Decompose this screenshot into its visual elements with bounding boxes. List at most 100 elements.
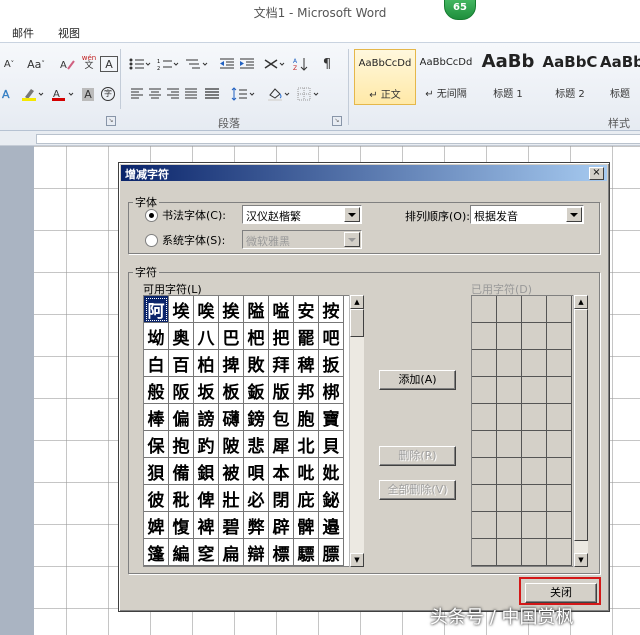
char-cell[interactable]: 壯 — [219, 485, 244, 512]
justify-button[interactable] — [182, 85, 200, 103]
char-cell[interactable]: 編 — [169, 539, 194, 566]
used-char-cell[interactable] — [547, 431, 572, 458]
text-effects-button[interactable]: A — [0, 85, 16, 103]
char-cell[interactable]: 挨 — [219, 296, 244, 323]
line-spacing-button[interactable] — [230, 85, 256, 103]
used-char-cell[interactable] — [472, 296, 497, 323]
char-cell[interactable]: 奥 — [169, 323, 194, 350]
available-scrollbar[interactable]: ▲ ▼ — [349, 295, 364, 567]
clear-format-button[interactable]: A — [58, 55, 76, 73]
char-cell[interactable]: 梆 — [319, 377, 344, 404]
char-cell[interactable]: 抱 — [169, 431, 194, 458]
align-right-button[interactable] — [164, 85, 182, 103]
char-cell[interactable]: 柏 — [194, 350, 219, 377]
font-dialog-launcher[interactable]: ↘ — [106, 116, 116, 126]
char-cell[interactable]: 辯 — [244, 539, 269, 566]
used-char-cell[interactable] — [547, 539, 572, 566]
used-char-cell[interactable] — [497, 458, 522, 485]
used-char-cell[interactable] — [547, 377, 572, 404]
used-char-cell[interactable] — [522, 404, 547, 431]
used-char-cell[interactable] — [547, 323, 572, 350]
scroll-up-icon[interactable]: ▲ — [350, 295, 364, 309]
char-cell[interactable]: 捭 — [219, 350, 244, 377]
char-cell[interactable]: 礴 — [219, 404, 244, 431]
char-cell[interactable]: 碧 — [219, 512, 244, 539]
used-char-cell[interactable] — [472, 377, 497, 404]
char-cell[interactable]: 閉 — [269, 485, 294, 512]
scroll-down-icon[interactable]: ▼ — [350, 553, 364, 567]
used-chars-grid[interactable] — [471, 295, 575, 567]
used-char-cell[interactable] — [497, 377, 522, 404]
scroll-thumb[interactable] — [350, 309, 364, 337]
char-cell[interactable]: 巴 — [219, 323, 244, 350]
used-char-cell[interactable] — [547, 512, 572, 539]
char-cell[interactable]: 狽 — [144, 458, 169, 485]
char-cell[interactable]: 謗 — [194, 404, 219, 431]
char-cell[interactable]: 包 — [269, 404, 294, 431]
shrink-font-button[interactable]: A ˅ — [0, 55, 18, 73]
calligraphy-font-radio[interactable]: 书法字体(C): — [145, 207, 226, 223]
used-char-cell[interactable] — [472, 350, 497, 377]
dialog-close-icon[interactable]: × — [589, 167, 604, 180]
char-cell[interactable]: 安 — [294, 296, 319, 323]
char-cell[interactable]: 秕 — [169, 485, 194, 512]
char-border-button[interactable]: A — [100, 56, 118, 72]
add-button[interactable]: 添加(A) — [379, 370, 456, 390]
char-cell[interactable]: 扁 — [219, 539, 244, 566]
used-scrollbar[interactable]: ▲ ▼ — [573, 295, 588, 567]
char-cell[interactable]: 俾 — [194, 485, 219, 512]
used-char-cell[interactable] — [472, 485, 497, 512]
used-char-cell[interactable] — [497, 296, 522, 323]
system-font-radio[interactable]: 系统字体(S): — [145, 232, 225, 248]
scroll-down-icon[interactable]: ▼ — [574, 553, 588, 567]
style-title[interactable]: AaBb 标题 — [600, 49, 640, 103]
style-no-spacing[interactable]: AaBbCcDd ↵ 无间隔 — [416, 49, 476, 103]
char-cell[interactable]: 鎊 — [244, 404, 269, 431]
used-char-cell[interactable] — [522, 539, 547, 566]
used-char-cell[interactable] — [522, 296, 547, 323]
char-cell[interactable]: 裨 — [194, 512, 219, 539]
char-cell[interactable]: 坳 — [144, 323, 169, 350]
char-cell[interactable]: 膘 — [319, 539, 344, 566]
decrease-indent-button[interactable] — [218, 55, 236, 73]
char-cell[interactable]: 嗌 — [269, 296, 294, 323]
used-char-cell[interactable] — [497, 539, 522, 566]
char-cell[interactable]: 北 — [294, 431, 319, 458]
used-char-cell[interactable] — [522, 431, 547, 458]
used-char-cell[interactable] — [522, 512, 547, 539]
char-cell[interactable]: 貝 — [319, 431, 344, 458]
char-cell[interactable]: 悲 — [244, 431, 269, 458]
tab-mailings[interactable]: 邮件 — [12, 25, 34, 41]
used-char-cell[interactable] — [522, 323, 547, 350]
dropdown-arrow-icon[interactable] — [344, 207, 360, 222]
calligraphy-font-select[interactable]: 汉仪赵楷繁 — [242, 205, 362, 224]
char-cell[interactable]: 保 — [144, 431, 169, 458]
char-cell[interactable]: 邦 — [294, 377, 319, 404]
change-case-button[interactable]: Aa ˅ — [24, 55, 48, 73]
align-center-button[interactable] — [146, 85, 164, 103]
font-color-button[interactable]: A — [50, 85, 76, 103]
horizontal-ruler[interactable] — [0, 131, 640, 146]
char-cell[interactable]: 八 — [194, 323, 219, 350]
bullets-button[interactable] — [128, 55, 152, 73]
char-cell[interactable]: 趵 — [194, 431, 219, 458]
used-char-cell[interactable] — [522, 485, 547, 512]
used-char-cell[interactable] — [497, 350, 522, 377]
char-cell[interactable]: 陂 — [219, 431, 244, 458]
char-cell[interactable]: 把 — [269, 323, 294, 350]
shading-button[interactable] — [266, 85, 292, 103]
used-char-cell[interactable] — [547, 350, 572, 377]
used-char-cell[interactable] — [547, 404, 572, 431]
style-heading-2[interactable]: AaBbC 标题 2 — [540, 49, 600, 103]
used-char-cell[interactable] — [497, 512, 522, 539]
chinese-layout-button[interactable] — [262, 55, 286, 73]
char-cell[interactable]: 婢 — [144, 512, 169, 539]
multilevel-list-button[interactable] — [184, 55, 210, 73]
dropdown-arrow-icon[interactable] — [566, 207, 582, 222]
used-char-cell[interactable] — [472, 431, 497, 458]
char-cell[interactable]: 敗 — [244, 350, 269, 377]
char-cell[interactable]: 篷 — [144, 539, 169, 566]
char-cell[interactable]: 板 — [219, 377, 244, 404]
tab-view[interactable]: 视图 — [58, 25, 80, 41]
char-cell[interactable]: 埃 — [169, 296, 194, 323]
